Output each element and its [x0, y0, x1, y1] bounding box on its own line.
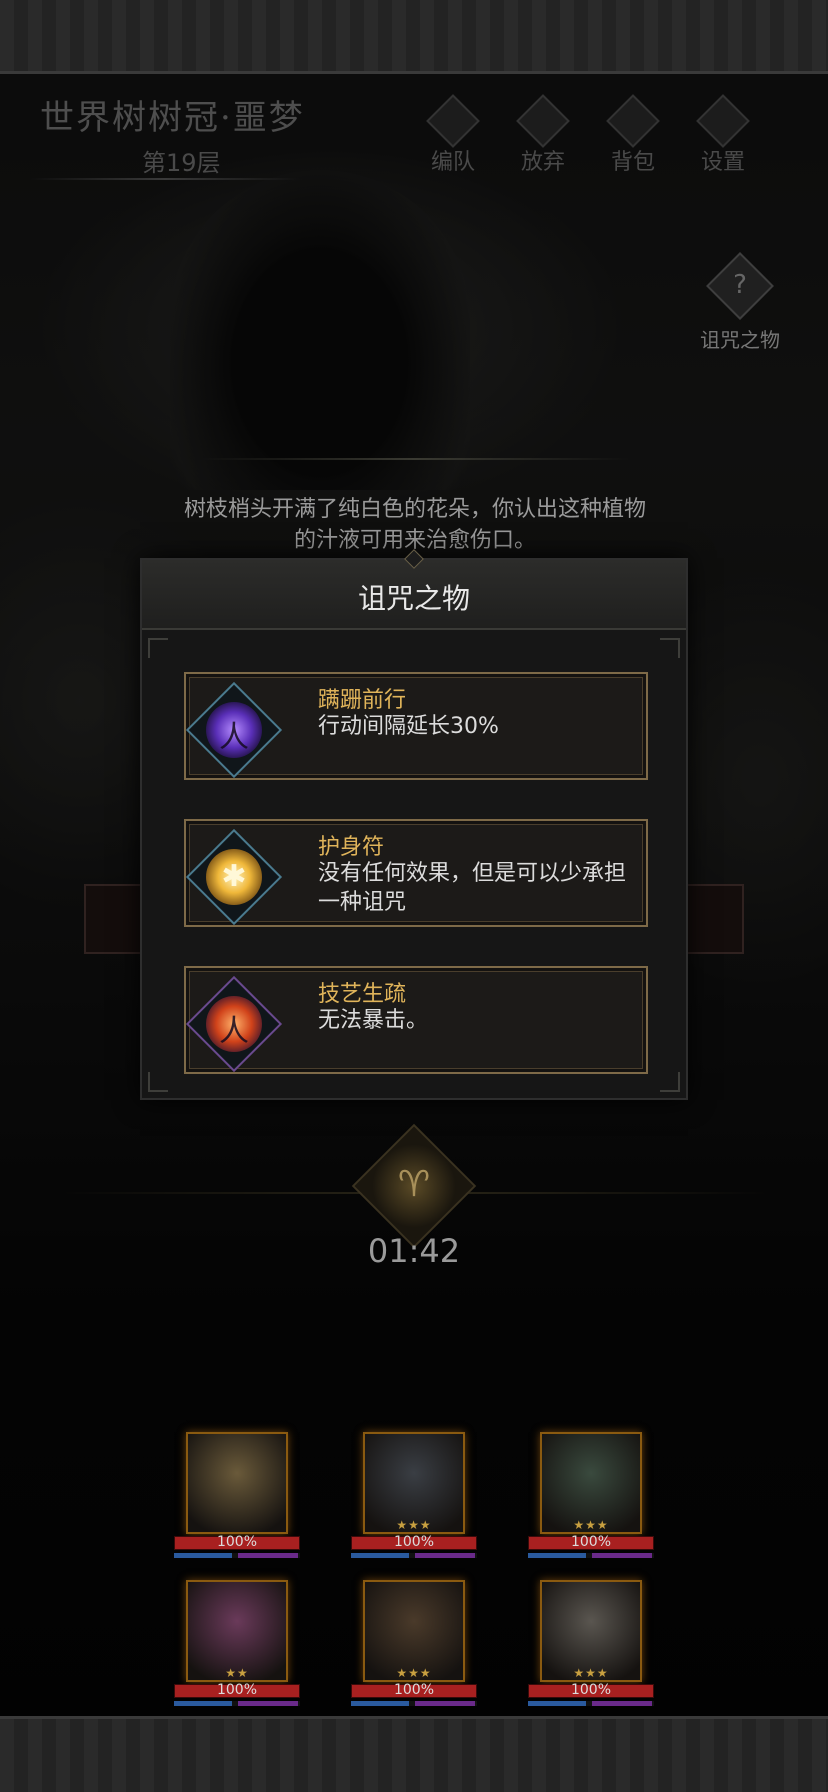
hero-hp-text: 100%	[216, 1682, 258, 1698]
burning-figure-icon: 人	[180, 970, 284, 1074]
hero-rage-bar	[415, 1701, 475, 1706]
hero-slot[interactable]: ★★★ 100%	[528, 1432, 656, 1568]
hero-stars: ★★	[225, 1666, 249, 1680]
curse-panel-header: 诅咒之物	[142, 549, 686, 630]
hero-mana-bar	[528, 1553, 586, 1558]
hero-portrait	[186, 1432, 288, 1534]
curse-items-button[interactable]: ? 诅咒之物	[692, 252, 788, 352]
hero-rage-bar	[238, 1553, 298, 1558]
title-divider	[30, 178, 300, 180]
hero-slot[interactable]: ★★★ 100%	[351, 1432, 479, 1568]
hero-slot[interactable]: ★★ 100%	[174, 1580, 302, 1716]
ornate-bottom-frame	[0, 1716, 828, 1792]
icon-glyph: 人	[219, 1014, 249, 1049]
corner-ornament	[148, 1072, 168, 1092]
hero-mana-bar	[528, 1701, 586, 1706]
stumbling-figure-icon: 人	[180, 676, 284, 780]
curse-card-amulet[interactable]: ✱ 护身符 没有任何效果，但是可以少承担一种诅咒	[184, 819, 648, 927]
hero-rage-bar	[415, 1553, 475, 1558]
countdown-timer: 01:42	[367, 1232, 461, 1270]
hero-slot[interactable]: ★★★ 100%	[528, 1580, 656, 1716]
curse-desc: 行动间隔延长30%	[318, 714, 499, 739]
abandon-button[interactable]: 放弃	[504, 94, 582, 176]
right-choice-arrow	[686, 884, 744, 954]
story-line-1: 树枝梢头开满了纯白色的花朵，你认出这种植物	[183, 497, 646, 522]
curse-desc: 无法暴击。	[318, 1008, 429, 1033]
corner-ornament	[148, 638, 168, 658]
hero-mana-bar	[174, 1553, 232, 1558]
hexagram-beast-icon: ♈	[351, 1123, 477, 1249]
corner-ornament	[660, 1072, 680, 1092]
curse-panel-title: 诅咒之物	[357, 582, 470, 615]
settings-button[interactable]: 设置	[684, 94, 762, 176]
hero-stars: ★★★	[573, 1666, 609, 1680]
hero-resource-bars	[528, 1701, 654, 1706]
amulet-shield-icon: ✱	[180, 823, 284, 927]
hero-mana-bar	[351, 1701, 409, 1706]
backpack-icon	[606, 94, 660, 148]
hero-resource-bars	[351, 1553, 477, 1558]
backpack-button[interactable]: 背包	[594, 94, 672, 176]
dungeon-title: 世界树树冠·噩梦	[40, 98, 305, 138]
hero-hp-text: 100%	[570, 1682, 612, 1698]
hero-hp-text: 100%	[570, 1534, 612, 1550]
gear-icon	[696, 94, 750, 148]
story-divider	[200, 458, 630, 460]
formation-button[interactable]: 编队	[414, 94, 492, 176]
hero-hp-text: 100%	[393, 1682, 435, 1698]
curse-card-rusty-skill[interactable]: 人 技艺生疏 无法暴击。	[184, 966, 648, 1074]
left-choice-arrow	[84, 884, 142, 954]
hero-stars: ★★★	[573, 1518, 609, 1532]
hero-resource-bars	[174, 1553, 300, 1558]
hero-stars: ★★★	[396, 1518, 432, 1532]
hero-resource-bars	[351, 1701, 477, 1706]
curse-items-label: 诅咒之物	[700, 328, 780, 352]
formation-label: 编队	[430, 150, 475, 175]
backpack-label: 背包	[610, 150, 655, 175]
hero-slot[interactable]: ★★★ 100%	[351, 1580, 479, 1716]
hero-hp-text: 100%	[216, 1534, 258, 1550]
settings-label: 设置	[700, 150, 745, 175]
hero-mana-bar	[174, 1701, 232, 1706]
floor-label: 第19层	[142, 149, 221, 177]
hero-rage-bar	[238, 1701, 298, 1706]
hero-hp-text: 100%	[393, 1534, 435, 1550]
curse-card-stumble[interactable]: 人 蹒跚前行 行动间隔延长30%	[184, 672, 648, 780]
ornate-top-frame	[0, 0, 828, 74]
hero-rage-bar	[592, 1701, 652, 1706]
curse-name: 技艺生疏	[318, 982, 407, 1007]
curse-desc: 没有任何效果，但是可以少承担一种诅咒	[318, 861, 627, 915]
hero-rage-bar	[592, 1553, 652, 1558]
curse-name: 护身符	[318, 835, 385, 860]
icon-glyph: 人	[219, 720, 249, 755]
hero-stars: ★★★	[396, 1666, 432, 1680]
hero-resource-bars	[528, 1553, 654, 1558]
hero-slot[interactable]: 100%	[174, 1432, 302, 1568]
curse-items-panel: 诅咒之物 人 蹒跚前行 行动间隔延长30% ✱ 护身符 没有任何效果，但是可以少…	[140, 549, 688, 1100]
flag-icon	[516, 94, 570, 148]
question-mark-icon: ?	[733, 270, 747, 300]
hero-resource-bars	[174, 1701, 300, 1706]
curse-name: 蹒跚前行	[318, 688, 407, 713]
corner-ornament	[660, 638, 680, 658]
icon-glyph: ✱	[221, 859, 247, 894]
emblem-glyph: ♈	[397, 1164, 431, 1205]
abandon-label: 放弃	[520, 150, 565, 175]
hero-mana-bar	[351, 1553, 409, 1558]
formation-icon	[426, 94, 480, 148]
story-text: 树枝梢头开满了纯白色的花朵，你认出这种植物 的汁液可用来治愈伤口。	[120, 494, 710, 556]
